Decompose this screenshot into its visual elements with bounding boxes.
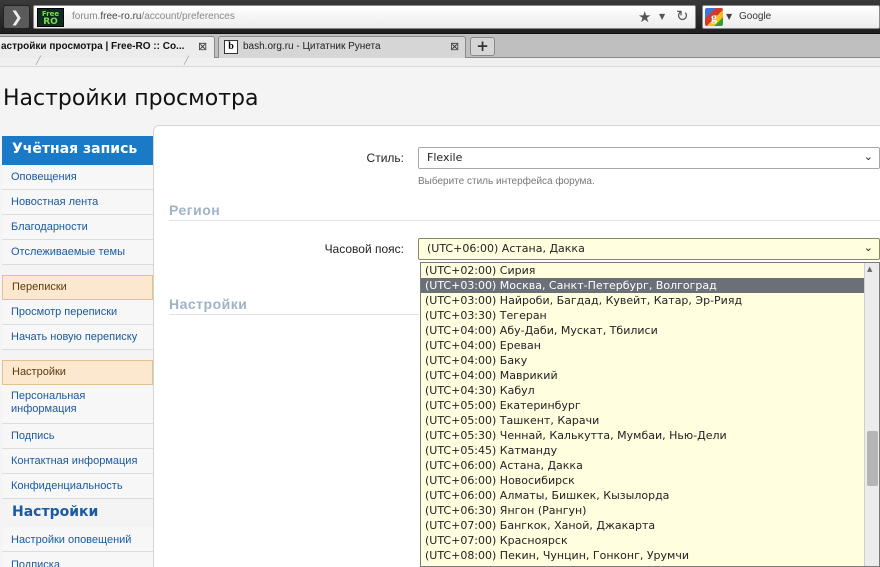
address-bar[interactable]: Free RO forum.free-ro.ru/account/prefere… [33, 5, 696, 29]
style-label: Стиль: [366, 151, 404, 165]
back-icon: ❯ [10, 8, 23, 26]
timezone-option[interactable]: (UTC+04:00) Ереван [421, 338, 879, 353]
sidebar-item-likes[interactable]: Благодарности [2, 215, 153, 240]
timezone-option[interactable]: (UTC+04:00) Абу-Даби, Мускат, Тбилиси [421, 323, 879, 338]
timezone-option[interactable]: (UTC+07:00) Бангкок, Ханой, Джакарта [421, 518, 879, 533]
region-title: Регион [169, 202, 221, 218]
sidebar-item-personal[interactable]: Персональная информация [2, 385, 153, 424]
sidebar-item-news-feed[interactable]: Новостная лента [2, 190, 153, 215]
style-value: Flexile [427, 151, 463, 164]
close-icon[interactable]: ⊠ [198, 37, 207, 57]
site-icon: Free RO [37, 8, 64, 27]
dropdown-scrollbar[interactable]: ▲ [864, 263, 879, 566]
sidebar-item-privacy[interactable]: Конфиденциальность [2, 474, 153, 499]
search-engine-label: Google [739, 11, 772, 22]
timezone-label: Часовой пояс: [324, 242, 404, 256]
browser-toolbar: ❯ Free RO forum.free-ro.ru/account/prefe… [0, 0, 880, 34]
tab-title: астройки просмотра | Free-RO :: Co... [1, 41, 185, 52]
sidebar-section-settings: Настройки [2, 360, 153, 385]
sidebar-item-contact[interactable]: Контактная информация [2, 449, 153, 474]
chevron-down-icon[interactable]: ▼ [659, 12, 665, 21]
timezone-option[interactable]: (UTC+07:00) Красноярск [421, 533, 879, 548]
sidebar-item-alert-prefs[interactable]: Настройки оповещений [2, 527, 153, 552]
sidebar-item-view-pm[interactable]: Просмотр переписки [2, 300, 153, 325]
tab-bash[interactable]: b bash.org.ru - Цитатник Рунета ⊠ [218, 36, 466, 58]
star-icon[interactable]: ★ [638, 8, 651, 26]
timezone-option[interactable]: (UTC+04:00) Баку [421, 353, 879, 368]
scrollbar-thumb[interactable] [867, 431, 878, 486]
google-icon[interactable]: g [705, 8, 723, 26]
style-hint: Выберите стиль интерфейса форума. [418, 176, 595, 187]
divider: ╱ [184, 56, 189, 65]
reload-icon[interactable]: ↻ [676, 7, 689, 25]
timezone-option[interactable]: (UTC+03:00) Найроби, Багдад, Кувейт, Кат… [421, 293, 879, 308]
new-tab-icon: + [476, 37, 489, 55]
divider [169, 220, 880, 221]
timezone-option[interactable]: (UTC+04:00) Маврикий [421, 368, 879, 383]
timezone-option[interactable]: (UTC+05:00) Екатеринбург [421, 398, 879, 413]
chevron-down-icon: ⌄ [863, 150, 873, 163]
settings-title: Настройки [169, 296, 248, 312]
back-button[interactable]: ❯ [3, 5, 30, 29]
timezone-option[interactable]: (UTC+06:30) Янгон (Рангун) [421, 503, 879, 518]
bash-icon: b [224, 40, 238, 54]
chevron-down-icon: ⌄ [863, 241, 873, 254]
timezone-option[interactable]: (UTC+05:45) Катманду [421, 443, 879, 458]
page-title: Настройки просмотра [3, 86, 259, 111]
chevron-down-icon[interactable]: ▼ [726, 12, 732, 21]
timezone-option[interactable]: (UTC+04:30) Кабул [421, 383, 879, 398]
sidebar-item-alerts[interactable]: Оповещения [2, 165, 153, 190]
timezone-option[interactable]: (UTC+05:30) Ченнай, Калькутта, Мумбаи, Н… [421, 428, 879, 443]
timezone-dropdown[interactable]: (UTC+02:00) Сирия (UTC+03:00) Москва, Сан… [420, 262, 880, 567]
tab-title: bash.org.ru - Цитатник Рунета [243, 41, 381, 52]
timezone-value: (UTC+06:00) Астана, Дакка [427, 242, 585, 255]
sidebar-item-subscription[interactable]: Подписка [2, 552, 153, 567]
sidebar: Учётная запись Оповещения Новостная лент… [2, 136, 153, 567]
sidebar-head-account[interactable]: Учётная запись [2, 136, 153, 165]
divider: ╱ [36, 56, 41, 65]
sidebar-head-settings[interactable]: Настройки [2, 499, 153, 527]
sidebar-item-watched[interactable]: Отслеживаемые темы [2, 240, 153, 265]
new-tab-button[interactable]: + [470, 37, 495, 56]
tab-preferences[interactable]: астройки просмотра | Free-RO :: Co... ⊠ [0, 36, 215, 58]
divider [169, 314, 419, 315]
sidebar-item-new-pm[interactable]: Начать новую переписку [2, 325, 153, 350]
search-box[interactable]: g ▼ Google [702, 5, 880, 29]
timezone-option[interactable]: (UTC+02:00) Сирия [421, 263, 879, 278]
style-select[interactable]: Flexile ⌄ [418, 147, 880, 169]
scroll-up-icon[interactable]: ▲ [867, 265, 872, 273]
timezone-option-list: (UTC+02:00) Сирия (UTC+03:00) Москва, Сан… [421, 263, 879, 563]
timezone-option[interactable]: (UTC+06:00) Новосибирск [421, 473, 879, 488]
url-text[interactable]: forum.free-ro.ru/account/preferences [72, 11, 235, 22]
timezone-option[interactable]: (UTC+06:00) Астана, Дакка [421, 458, 879, 473]
timezone-option[interactable]: (UTC+05:00) Ташкент, Карачи [421, 413, 879, 428]
tab-bar: астройки просмотра | Free-RO :: Co... ⊠ … [0, 34, 880, 58]
timezone-select[interactable]: (UTC+06:00) Астана, Дакка ⌄ [418, 238, 880, 260]
timezone-option[interactable]: (UTC+03:30) Тегеран [421, 308, 879, 323]
toolbar-strip: ╱ ╱ [0, 56, 880, 67]
close-icon[interactable]: ⊠ [450, 37, 459, 57]
sidebar-section-pm: Переписки [2, 275, 153, 300]
timezone-option[interactable]: (UTC+03:00) Москва, Санкт-Петербург, Вол… [421, 278, 879, 293]
sidebar-item-signature[interactable]: Подпись [2, 424, 153, 449]
timezone-option[interactable]: (UTC+08:00) Пекин, Чунцин, Гонконг, Урум… [421, 548, 879, 563]
timezone-option[interactable]: (UTC+06:00) Алматы, Бишкек, Кызылорда [421, 488, 879, 503]
